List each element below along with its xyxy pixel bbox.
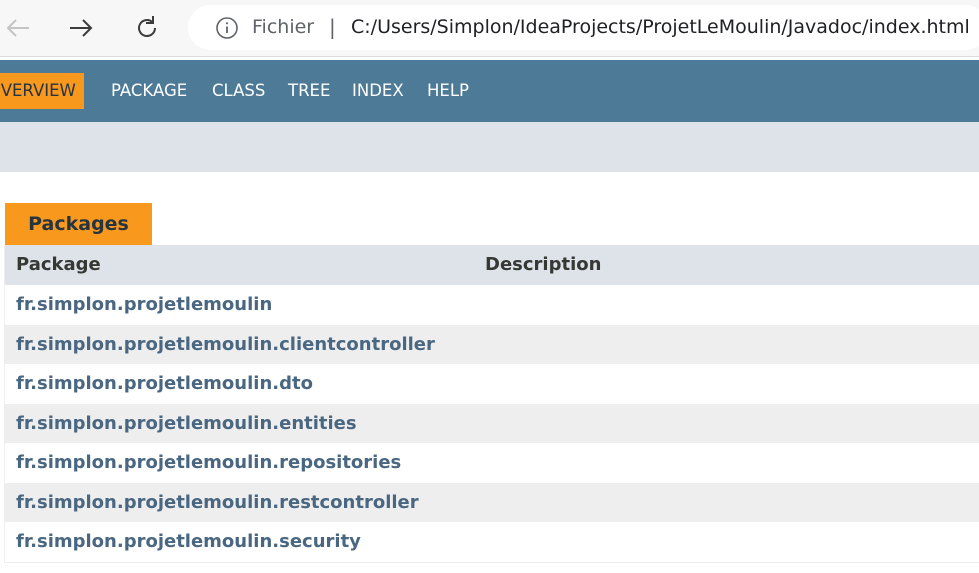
sub-nav-bar xyxy=(0,122,979,172)
address-bar[interactable]: Fichier | C:/Users/Simplon/IdeaProjects/… xyxy=(188,5,979,50)
reload-icon xyxy=(133,14,161,42)
packages-table: Package Description fr.simplon.projetlem… xyxy=(4,245,979,563)
browser-toolbar: Fichier | C:/Users/Simplon/IdeaProjects/… xyxy=(0,0,979,57)
nav-class[interactable]: CLASS xyxy=(212,73,265,109)
nav-index[interactable]: INDEX xyxy=(352,73,404,109)
nav-overview[interactable]: OVERVIEW xyxy=(0,73,84,109)
table-row: fr.simplon.projetlemoulin.dto xyxy=(5,364,979,404)
table-row: fr.simplon.projetlemoulin.clientcontroll… xyxy=(5,324,979,365)
column-header-package: Package xyxy=(16,254,101,275)
forward-button[interactable] xyxy=(63,10,99,46)
reload-button[interactable] xyxy=(129,10,165,46)
nav-help[interactable]: HELP xyxy=(427,73,469,109)
column-header-description: Description xyxy=(485,254,602,275)
table-header: Package Description xyxy=(5,245,979,285)
package-link[interactable]: fr.simplon.projetlemoulin.restcontroller xyxy=(16,483,419,523)
table-row: fr.simplon.projetlemoulin xyxy=(5,285,979,325)
package-link[interactable]: fr.simplon.projetlemoulin.entities xyxy=(16,404,357,444)
info-icon[interactable] xyxy=(215,16,239,40)
nav-package[interactable]: PACKAGE xyxy=(111,73,187,109)
arrow-left-icon xyxy=(4,14,32,42)
package-link[interactable]: fr.simplon.projetlemoulin.repositories xyxy=(16,443,401,483)
table-row: fr.simplon.projetlemoulin.security xyxy=(5,522,979,562)
package-link[interactable]: fr.simplon.projetlemoulin.clientcontroll… xyxy=(16,325,435,365)
url-separator: | xyxy=(329,15,336,39)
package-link[interactable]: fr.simplon.projetlemoulin.dto xyxy=(16,364,313,404)
back-button[interactable] xyxy=(0,10,36,46)
package-link[interactable]: fr.simplon.projetlemoulin.security xyxy=(16,522,361,562)
nav-tree[interactable]: TREE xyxy=(288,73,330,109)
arrow-right-icon xyxy=(67,14,95,42)
table-row: fr.simplon.projetlemoulin.restcontroller xyxy=(5,482,979,523)
package-link[interactable]: fr.simplon.projetlemoulin xyxy=(16,285,272,325)
javadoc-top-nav: OVERVIEW PACKAGE CLASS TREE INDEX HELP xyxy=(0,60,979,122)
packages-caption: Packages xyxy=(5,203,152,245)
table-row: fr.simplon.projetlemoulin.repositories xyxy=(5,443,979,483)
scheme-label: Fichier xyxy=(252,16,315,38)
url-text[interactable]: C:/Users/Simplon/IdeaProjects/ProjetLeMo… xyxy=(351,15,970,39)
table-row: fr.simplon.projetlemoulin.entities xyxy=(5,403,979,444)
